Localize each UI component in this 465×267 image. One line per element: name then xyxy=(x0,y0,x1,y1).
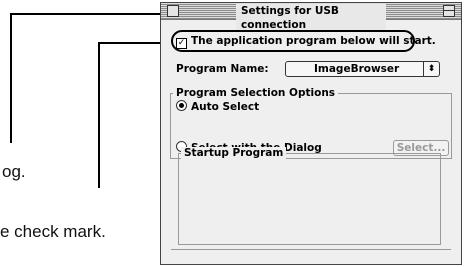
callout-line-dialog-vertical xyxy=(10,13,12,143)
program-name-value: ImageBrowser xyxy=(314,63,400,75)
zoom-box-icon[interactable] xyxy=(443,5,455,17)
program-name-label: Program Name: xyxy=(176,63,269,75)
callout-line-check-vertical xyxy=(98,42,100,188)
start-program-label: The application program below will start… xyxy=(191,35,436,47)
auto-select-radio[interactable] xyxy=(176,100,187,111)
program-name-popup[interactable]: ImageBrowser ⬍ xyxy=(285,61,440,77)
settings-window: Settings for USB connection ✓ The applica… xyxy=(160,2,462,265)
dialog-caption: og. xyxy=(2,162,26,181)
startup-program-group: Startup Program xyxy=(178,147,441,245)
window-title: Settings for USB connection xyxy=(236,4,386,32)
startup-program-title: Startup Program xyxy=(181,147,287,159)
callout-line-dialog-horizontal xyxy=(10,13,172,15)
close-box-icon[interactable] xyxy=(167,5,179,17)
auto-select-label: Auto Select xyxy=(191,101,260,113)
start-program-checkbox[interactable]: ✓ xyxy=(176,38,187,49)
start-program-checkbox-row[interactable]: ✓ The application program below will star… xyxy=(176,35,436,49)
program-selection-options-title: Program Selection Options xyxy=(173,87,339,99)
popup-arrows-icon: ⬍ xyxy=(423,62,439,76)
auto-select-radio-row[interactable]: Auto Select xyxy=(176,100,259,113)
check-caption: e check mark. xyxy=(0,222,106,241)
bottom-divider xyxy=(171,249,451,250)
title-bar[interactable]: Settings for USB connection xyxy=(161,3,461,32)
